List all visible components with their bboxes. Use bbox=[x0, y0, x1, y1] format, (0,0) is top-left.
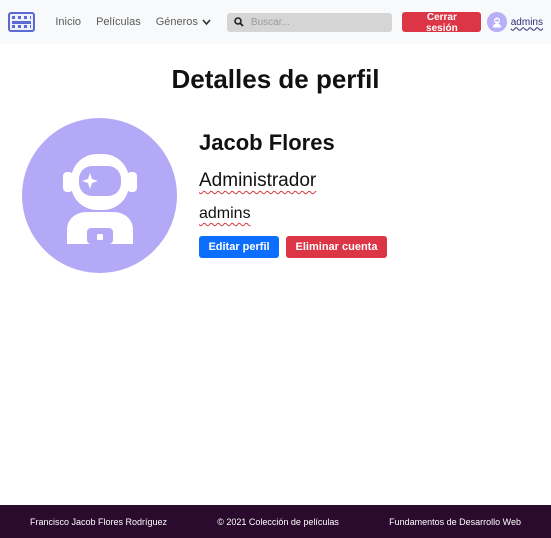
footer: Francisco Jacob Flores Rodríguez © 2021 … bbox=[0, 505, 551, 538]
search-button[interactable] bbox=[227, 13, 251, 32]
footer-course: Fundamentos de Desarrollo Web bbox=[389, 516, 521, 527]
nav-username[interactable]: admins bbox=[511, 17, 543, 28]
profile-name: Jacob Flores bbox=[199, 130, 335, 155]
nav-dropdown-label: Géneros bbox=[155, 16, 198, 28]
user-avatar[interactable] bbox=[487, 12, 507, 32]
search-input[interactable] bbox=[250, 16, 391, 28]
nav-link-peliculas[interactable]: Películas bbox=[96, 16, 141, 28]
footer-copyright: © 2021 Colección de películas bbox=[217, 516, 339, 527]
astronaut-icon bbox=[62, 153, 137, 244]
footer-author: Francisco Jacob Flores Rodríguez bbox=[30, 516, 168, 527]
nav-link-inicio[interactable]: Inicio bbox=[55, 16, 81, 28]
search-icon bbox=[234, 17, 244, 27]
chevron-down-icon bbox=[202, 18, 211, 25]
search-bar bbox=[226, 12, 393, 32]
profile-role: Administrador bbox=[199, 170, 317, 191]
page-title: Detalles de perfil bbox=[171, 64, 380, 94]
navbar: Inicio Películas Géneros Cerrar sesión a… bbox=[0, 0, 551, 44]
logout-button[interactable]: Cerrar sesión bbox=[402, 12, 482, 34]
astronaut-icon bbox=[493, 17, 501, 28]
profile-avatar bbox=[22, 118, 177, 273]
nav-dropdown-generos[interactable]: Géneros bbox=[156, 16, 211, 28]
profile-username: admins bbox=[199, 205, 251, 222]
delete-account-button[interactable]: Eliminar cuenta bbox=[286, 236, 387, 258]
edit-profile-button[interactable]: Editar perfil bbox=[199, 236, 279, 258]
film-strip-icon[interactable] bbox=[8, 12, 36, 32]
